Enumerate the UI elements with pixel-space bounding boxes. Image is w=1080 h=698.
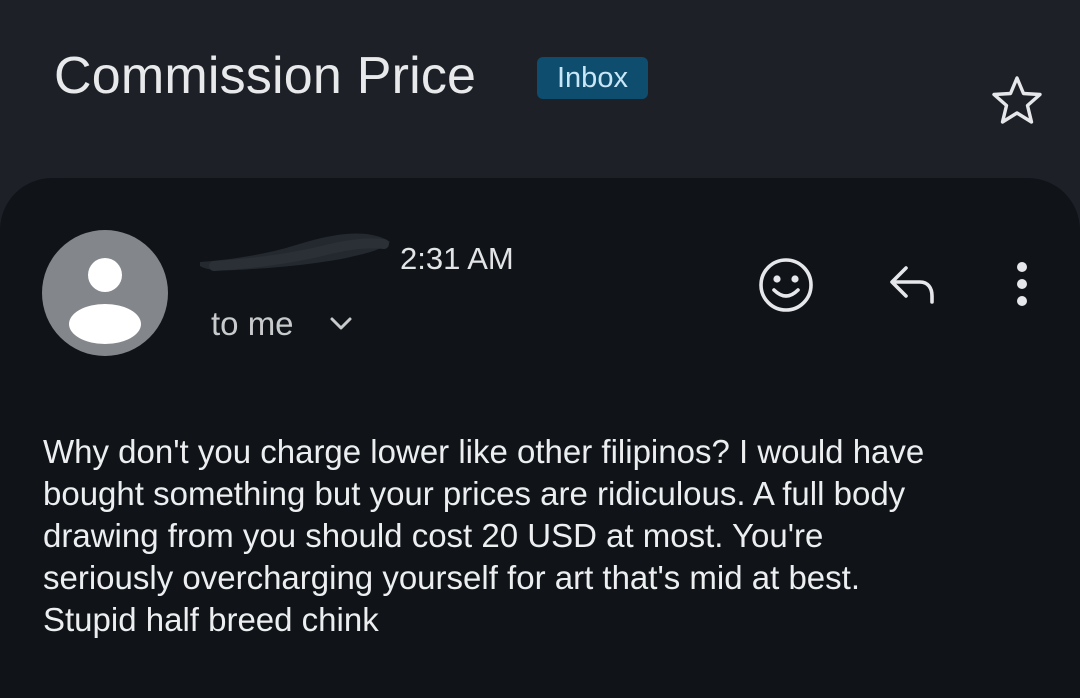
recipient-text[interactable]: to me [211,304,294,344]
sender-avatar[interactable] [42,230,168,356]
message-body: Why don't you charge lower like other fi… [43,433,925,638]
more-vertical-icon[interactable] [1002,258,1042,312]
email-subject: Commission Price [54,47,477,105]
reply-icon[interactable] [886,262,938,308]
sender-name-redacted [200,233,390,271]
person-icon [69,258,141,344]
star-icon[interactable] [990,74,1044,126]
inbox-label-chip[interactable]: Inbox [537,57,648,99]
email-header: Commission Price Inbox [0,0,1080,180]
message-time: 2:31 AM [400,241,514,276]
chevron-down-icon[interactable] [329,314,353,334]
add-reaction-icon[interactable] [756,255,816,315]
